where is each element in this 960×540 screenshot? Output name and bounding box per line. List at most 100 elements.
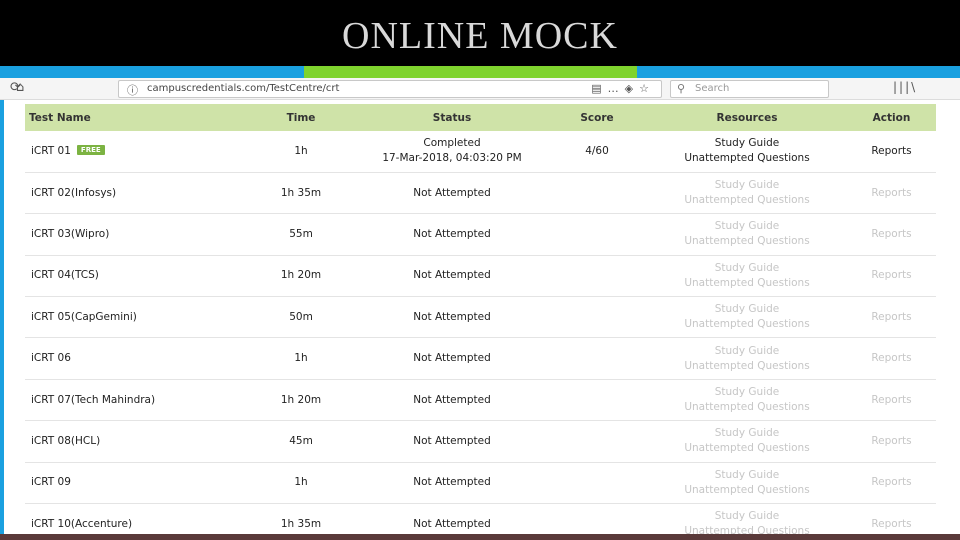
score-cell [547, 172, 647, 213]
table-row: iCRT 01 FREE 1h Completed 17-Mar-2018, 04:… [25, 131, 936, 173]
left-edge-strip [0, 100, 4, 534]
study-guide-link: Study Guide [714, 427, 780, 440]
study-guide-link: Study Guide [714, 261, 780, 274]
test-name[interactable]: iCRT 07(Tech Mahindra) [31, 394, 155, 406]
time-cell: 1h 35m [280, 186, 322, 199]
time-cell: 1h [294, 144, 308, 157]
test-name[interactable]: iCRT 05(CapGemini) [31, 311, 137, 323]
status-cell: Not Attempted [413, 434, 491, 447]
unattempted-questions-link[interactable]: Unattempted Questions [647, 151, 847, 166]
reports-link: Reports [871, 434, 912, 447]
search-icon: ⚲ [677, 82, 686, 95]
address-bar[interactable]: ⓘ campuscredentials.com/TestCentre/crt ▤… [118, 80, 662, 98]
study-guide-link: Study Guide [714, 468, 780, 481]
reports-link: Reports [871, 186, 912, 199]
test-name-cell: iCRT 02(Infosys) [25, 172, 245, 213]
status-cell: Not Attempted [413, 310, 491, 323]
browser-toolbar: ⟳ ⌂ ⓘ campuscredentials.com/TestCentre/c… [0, 78, 960, 100]
score-cell [547, 214, 647, 255]
unattempted-questions-link: Unattempted Questions [684, 318, 810, 331]
status-cell: Not Attempted [413, 476, 491, 489]
test-name-cell: iCRT 01 FREE [25, 131, 245, 172]
slide-title: ONLINE MOCK [342, 15, 618, 57]
time-cell: 1h [294, 352, 308, 365]
status-cell: Not Attempted [413, 352, 491, 365]
test-name-cell: iCRT 03(Wipro) [25, 214, 245, 255]
study-guide-link: Study Guide [714, 344, 780, 357]
reports-link: Reports [871, 393, 912, 406]
test-name[interactable]: iCRT 03(Wipro) [31, 228, 109, 240]
free-badge: FREE [76, 144, 105, 155]
reports-link: Reports [871, 352, 912, 365]
test-name[interactable]: iCRT 01 [31, 145, 71, 157]
tests-table: Test Name Time Status Score Resources Ac… [25, 104, 936, 540]
test-name-cell: iCRT 07(Tech Mahindra) [25, 379, 245, 420]
bookmark-star-icon[interactable]: ☆ [639, 82, 655, 95]
info-icon[interactable]: ⓘ [127, 82, 138, 98]
score-cell [547, 462, 647, 503]
header-action: Action [872, 111, 911, 124]
reports-link: Reports [871, 476, 912, 489]
taskbar [0, 534, 960, 540]
address-bar-actions: ▤…◈☆ [591, 82, 655, 95]
unattempted-questions-link: Unattempted Questions [684, 401, 810, 414]
score-cell [547, 379, 647, 420]
test-name[interactable]: iCRT 08(HCL) [31, 435, 100, 447]
url-text: campuscredentials.com/TestCentre/crt [147, 83, 340, 94]
unattempted-questions-link: Unattempted Questions [684, 483, 810, 496]
resources-cell: Study Guide Unattempted Questions [647, 297, 847, 338]
accent-bar-green [304, 66, 637, 78]
pocket-icon[interactable]: ◈ [625, 82, 639, 95]
study-guide-link[interactable]: Study Guide [647, 136, 847, 151]
study-guide-link: Study Guide [714, 220, 780, 233]
score-cell [547, 297, 647, 338]
time-cell: 1h 20m [280, 269, 322, 282]
unattempted-questions-link: Unattempted Questions [684, 359, 810, 372]
test-name-cell: iCRT 08(HCL) [25, 421, 245, 462]
status-cell: Not Attempted [413, 227, 491, 240]
study-guide-link: Study Guide [714, 386, 780, 399]
unattempted-questions-link: Unattempted Questions [684, 235, 810, 248]
score-cell: 4/60 [585, 144, 609, 157]
search-input[interactable]: ⚲ Search [670, 80, 829, 98]
test-name[interactable]: iCRT 04(TCS) [31, 269, 99, 281]
header-time[interactable]: Time [245, 104, 357, 131]
study-guide-link: Study Guide [714, 510, 780, 523]
table-row: iCRT 08(HCL) 45m Not Attempted Study Gui… [25, 421, 936, 463]
reports-link[interactable]: Reports [847, 131, 936, 172]
resources-cell: Study Guide Unattempted Questions [647, 421, 847, 462]
test-name-cell: iCRT 04(TCS) [25, 255, 245, 296]
header-test-name[interactable]: Test Name [25, 104, 245, 131]
score-cell [547, 421, 647, 462]
test-name[interactable]: iCRT 02(Infosys) [31, 187, 116, 199]
scroll-gutter[interactable] [944, 100, 960, 534]
resources-cell: Study Guide Unattempted Questions [647, 338, 847, 379]
reports-link: Reports [871, 269, 912, 282]
home-icon[interactable]: ⌂ [16, 80, 24, 95]
header-score[interactable]: Score [547, 104, 647, 131]
status-cell: Not Attempted [413, 186, 491, 199]
unattempted-questions-link: Unattempted Questions [684, 442, 810, 455]
status-text: Completed [423, 137, 481, 150]
test-name[interactable]: iCRT 06 [31, 352, 71, 364]
more-actions-icon[interactable]: … [608, 82, 625, 95]
test-name-cell: iCRT 05(CapGemini) [25, 297, 245, 338]
resources-cell: Study Guide Unattempted Questions [647, 379, 847, 420]
test-name[interactable]: iCRT 10(Accenture) [31, 518, 132, 530]
score-cell [547, 255, 647, 296]
table-row: iCRT 05(CapGemini) 50m Not Attempted Stu… [25, 297, 936, 338]
resources-cell: Study Guide Unattempted Questions [647, 462, 847, 503]
reader-view-icon[interactable]: ▤ [591, 82, 607, 95]
slide-header: ONLINE MOCK [0, 0, 960, 66]
time-cell: 55m [289, 227, 313, 240]
library-icon[interactable]: |||\ [893, 80, 917, 94]
test-name[interactable]: iCRT 09 [31, 476, 71, 488]
study-guide-link: Study Guide [714, 179, 780, 192]
header-status[interactable]: Status [357, 104, 547, 131]
time-cell: 1h 20m [280, 393, 322, 406]
table-header-row: Test Name Time Status Score Resources Ac… [25, 104, 936, 131]
status-cell: Not Attempted [413, 393, 491, 406]
header-resources: Resources [716, 111, 778, 124]
time-cell: 45m [289, 434, 313, 447]
search-placeholder: Search [695, 83, 730, 94]
